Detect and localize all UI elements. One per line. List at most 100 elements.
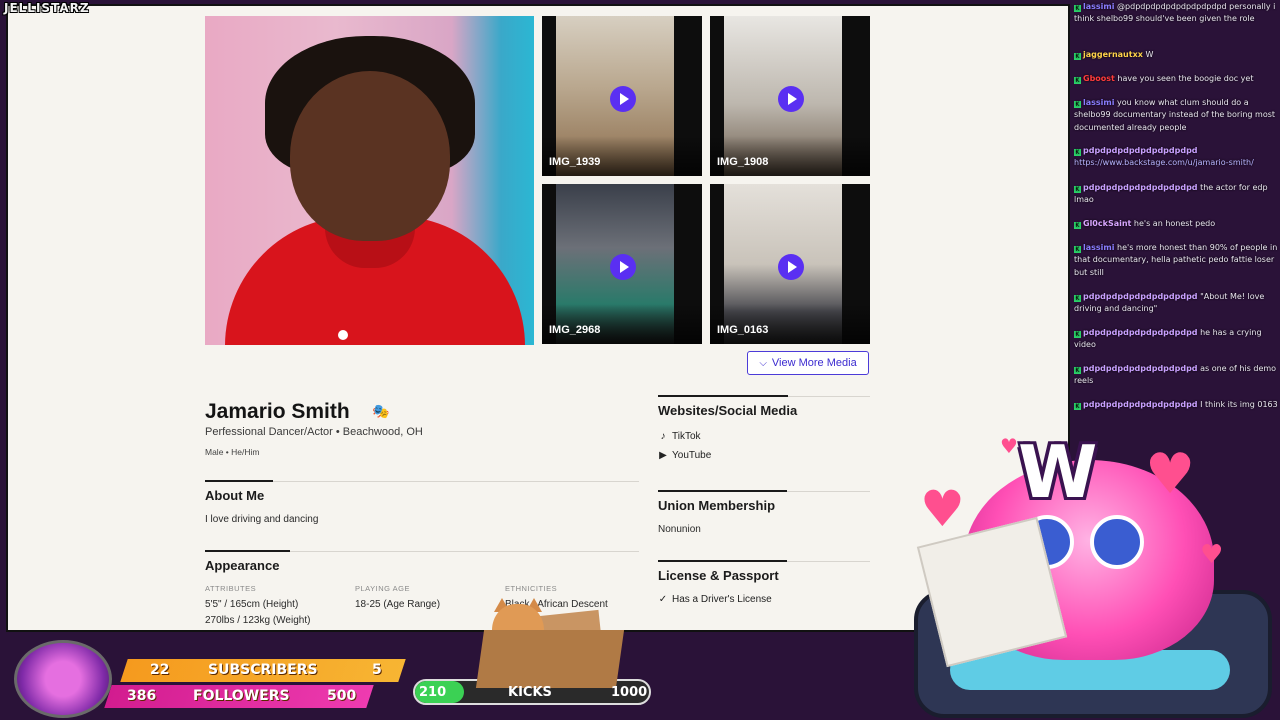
chat-username[interactable]: Gboost bbox=[1083, 74, 1115, 83]
view-more-media-button[interactable]: ⌵ View More Media bbox=[747, 351, 869, 375]
play-icon[interactable] bbox=[778, 254, 804, 280]
chat-message: K Gl0ckSaint he's an honest pedo bbox=[1074, 218, 1278, 230]
chat-username[interactable]: pdpdpdpdpdpdpdpdpdpd bbox=[1083, 146, 1198, 155]
youtube-icon: ▶ bbox=[659, 450, 667, 461]
section-accent-line bbox=[205, 480, 273, 482]
attributes-heading: ATTRIBUTES bbox=[205, 584, 257, 593]
media-label: IMG_1939 bbox=[549, 156, 601, 168]
chat-message: Kpdpdpdpdpdpdpdpdpdpd he has a crying vi… bbox=[1074, 327, 1278, 352]
union-title: Union Membership bbox=[658, 498, 776, 513]
section-accent-line bbox=[658, 490, 787, 492]
subscribers-count: 22 bbox=[150, 662, 170, 678]
chat-text: W bbox=[1145, 50, 1154, 59]
license-value: Has a Driver's License bbox=[672, 594, 772, 605]
chat-badge-icon: K bbox=[1074, 186, 1081, 193]
play-icon[interactable] bbox=[778, 86, 804, 112]
chat-username[interactable]: pdpdpdpdpdpdpdpdpdpd bbox=[1083, 400, 1198, 409]
cat-in-box-sticker bbox=[440, 598, 625, 688]
profile-headshot[interactable] bbox=[205, 16, 534, 345]
media-tile-4[interactable]: IMG_0163 bbox=[710, 184, 870, 344]
license-row: ✓ Has a Driver's License bbox=[658, 594, 772, 605]
chat-username[interactable]: lassimi bbox=[1083, 243, 1114, 252]
chat-username[interactable]: pdpdpdpdpdpdpdpdpdpd bbox=[1083, 328, 1198, 337]
chat-badge-icon: K bbox=[1074, 246, 1081, 253]
chat-message: Kpdpdpdpdpdpdpdpdpdpd https://www.backst… bbox=[1074, 145, 1278, 170]
chat-message: Kpdpdpdpdpdpdpdpdpdpd "About Me! love dr… bbox=[1074, 291, 1278, 316]
chat-link[interactable]: https://www.backstage.com/u/jamario-smit… bbox=[1074, 158, 1254, 167]
chat-badge-icon: K bbox=[1074, 53, 1081, 60]
chat-text: have you seen the boogie doc yet bbox=[1117, 74, 1254, 83]
chat-badge-icon: K bbox=[1074, 403, 1081, 410]
appearance-title: Appearance bbox=[205, 558, 280, 573]
chevron-down-icon: ⌵ bbox=[759, 357, 767, 369]
chat-badge-icon: K bbox=[1074, 222, 1081, 229]
chat-badge-icon: K bbox=[1074, 149, 1081, 156]
mascot-w-letter: W bbox=[1018, 430, 1098, 514]
streamer-brand-tag: JELLISTARZ bbox=[4, 1, 90, 15]
theater-mask-icon: 🎭 bbox=[372, 403, 390, 419]
heart-icon: ♥ bbox=[1145, 442, 1196, 507]
kicks-label: KICKS bbox=[508, 685, 552, 700]
profile-tagline: Perfessional Dancer/Actor • Beachwood, O… bbox=[205, 426, 423, 438]
cardboard-box bbox=[475, 630, 625, 688]
license-title: License & Passport bbox=[658, 568, 779, 583]
chat-text: I think its img 0163 bbox=[1200, 400, 1278, 409]
kicks-count: 210 bbox=[419, 685, 447, 700]
chat-username[interactable]: Gl0ckSaint bbox=[1083, 219, 1131, 228]
profile-gender: Male • He/Him bbox=[205, 447, 260, 457]
chat-badge-icon: K bbox=[1074, 331, 1081, 338]
followers-count: 386 bbox=[127, 688, 157, 704]
chat-username[interactable]: jaggernautxx bbox=[1083, 50, 1143, 59]
play-icon[interactable] bbox=[610, 254, 636, 280]
chat-text: he's an honest pedo bbox=[1133, 219, 1216, 228]
heart-icon: ♥ bbox=[920, 480, 965, 538]
social-title: Websites/Social Media bbox=[658, 403, 798, 418]
chat-username[interactable]: pdpdpdpdpdpdpdpdpdpd bbox=[1083, 292, 1198, 301]
kicks-goal: 1000 bbox=[611, 685, 648, 700]
ethnicities-heading: ETHNICITIES bbox=[505, 584, 558, 593]
chat-badge-icon: K bbox=[1074, 77, 1081, 84]
followers-label: FOLLOWERS bbox=[193, 688, 290, 704]
headshot-face bbox=[290, 71, 450, 241]
chat-username[interactable]: pdpdpdpdpdpdpdpdpdpd bbox=[1083, 364, 1198, 373]
chat-message: Kpdpdpdpdpdpdpdpdpdpd the actor for edp … bbox=[1074, 182, 1278, 207]
tiktok-label: TikTok bbox=[672, 431, 701, 442]
media-label: IMG_2968 bbox=[549, 324, 601, 336]
chat-panel: Klassimi @pdpdpdpdpdpdpdpdpdpd personall… bbox=[1070, 0, 1280, 420]
chat-badge-icon: K bbox=[1074, 101, 1081, 108]
check-icon: ✓ bbox=[658, 594, 668, 605]
about-title: About Me bbox=[205, 488, 265, 503]
chat-username[interactable]: lassimi bbox=[1083, 98, 1114, 107]
section-accent-line bbox=[205, 550, 290, 552]
subscribers-goal: 5 bbox=[372, 662, 382, 678]
headshot-shirt-button bbox=[338, 330, 348, 340]
chat-username[interactable]: lassimi bbox=[1083, 2, 1114, 11]
playing-age-heading: PLAYING AGE bbox=[355, 584, 410, 593]
followers-goal: 500 bbox=[327, 688, 357, 704]
section-accent-line bbox=[658, 560, 787, 562]
profile-name: Jamario Smith bbox=[205, 400, 350, 423]
heart-icon: ♥ bbox=[1200, 540, 1224, 570]
media-tile-1[interactable]: IMG_1939 bbox=[542, 16, 702, 176]
play-icon[interactable] bbox=[610, 86, 636, 112]
chat-message: Kjaggernautxx W bbox=[1074, 49, 1278, 61]
heart-icon: ♥ bbox=[1000, 434, 1018, 458]
chat-username[interactable]: pdpdpdpdpdpdpdpdpdpd bbox=[1083, 183, 1198, 192]
chat-badge-icon: K bbox=[1074, 295, 1081, 302]
tiktok-link[interactable]: ♪ TikTok bbox=[658, 431, 701, 442]
chat-message: Klassimi he's more honest than 90% of pe… bbox=[1074, 242, 1278, 279]
media-label: IMG_0163 bbox=[717, 324, 769, 336]
media-tile-3[interactable]: IMG_2968 bbox=[542, 184, 702, 344]
chat-badge-icon: K bbox=[1074, 367, 1081, 374]
media-tile-2[interactable]: IMG_1908 bbox=[710, 16, 870, 176]
chat-message: Kpdpdpdpdpdpdpdpdpdpd I think its img 01… bbox=[1074, 399, 1278, 411]
chat-message: Kpdpdpdpdpdpdpdpdpdpd as one of his demo… bbox=[1074, 363, 1278, 388]
youtube-label: YouTube bbox=[672, 450, 712, 461]
subscribers-label: SUBSCRIBERS bbox=[208, 662, 318, 678]
media-label: IMG_1908 bbox=[717, 156, 769, 168]
view-more-label: View More Media bbox=[771, 357, 857, 369]
section-accent-line bbox=[658, 395, 788, 397]
youtube-link[interactable]: ▶ YouTube bbox=[658, 450, 711, 461]
union-value: Nonunion bbox=[658, 524, 701, 535]
attribute-weight: 270lbs / 123kg (Weight) bbox=[205, 615, 311, 626]
